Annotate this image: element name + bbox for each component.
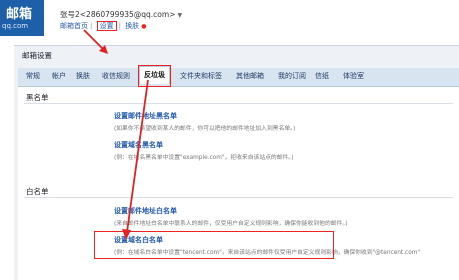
whitelist-address-note: (来自邮件地址白名单中联系人的邮件，仅受用户自定义规则影响，确保你能收到他的邮件… [114,221,348,227]
mail-logo[interactable]: 邮箱 qq.com [0,0,44,36]
top-nav: 邮箱首页 | 设置 | 换肤 ● [60,21,148,31]
whitelist-address-link[interactable]: 设置邮件地址白名单 [114,206,177,216]
blacklist-address-note: (如果你不希望收到某人的邮件，你可以把他的邮件地址加入到黑名单。) [114,126,296,132]
nav-separator: | [118,22,121,30]
blacklist-domain-link[interactable]: 设置域名黑名单 [114,140,163,150]
annotation-whitelist-highlight [94,231,334,259]
anti-spam-content: 黑名单 设置邮件地址黑名单 (如果你不希望收到某人的邮件，你可以把他的邮件地址加… [18,87,459,280]
tab-subscriptions[interactable]: 我的订阅 [278,71,306,81]
nav-separator: | [90,22,93,30]
tab-other-mailbox[interactable]: 其他邮箱 [236,71,264,81]
blacklist-domain-note: (例：在域名黑名单中设置"example.com"，拒收来自该站点的邮件。) [114,155,294,161]
tab-anti-spam-label: 反垃圾 [144,71,165,79]
blacklist-address-link[interactable]: 设置邮件地址黑名单 [114,111,177,121]
settings-tabs: 常规 帐户 换肤 收信规则 反垃圾 文件夹和标签 其他邮箱 我的订阅 信纸 体验… [18,65,459,87]
tab-skin[interactable]: 换肤 [76,71,90,81]
divider [24,197,453,198]
divider [24,103,453,104]
settings-panel: 邮箱设置 常规 帐户 换肤 收信规则 反垃圾 文件夹和标签 其他邮箱 我的订阅 … [14,45,459,280]
blacklist-title: 黑名单 [26,93,49,102]
chevron-down-icon: ▼ [177,12,183,19]
tab-general[interactable]: 常规 [26,71,40,81]
account-switcher[interactable]: 张号2<2860799935@qq.com> ▼ [60,9,182,20]
tab-anti-spam[interactable]: 反垃圾 [138,65,171,87]
panel-title: 邮箱设置 [22,51,52,60]
tab-account[interactable]: 帐户 [52,71,66,81]
tab-folders-labels[interactable]: 文件夹和标签 [180,71,222,81]
tab-stationery[interactable]: 信纸 [315,71,329,81]
new-dot-icon: ● [141,23,147,30]
nav-home-link[interactable]: 邮箱首页 [60,22,88,30]
nav-skin-link[interactable]: 换肤 [125,22,139,30]
account-label: 张号2<2860799935@qq.com> [60,10,176,19]
tab-lab[interactable]: 体验室 [343,71,364,81]
logo-text: 邮箱 [6,7,33,22]
tab-receive-rules[interactable]: 收信规则 [102,71,130,81]
nav-settings-link[interactable]: 设置 [96,21,117,31]
whitelist-title: 白名单 [26,187,49,196]
logo-subtext: qq.com [2,22,29,30]
